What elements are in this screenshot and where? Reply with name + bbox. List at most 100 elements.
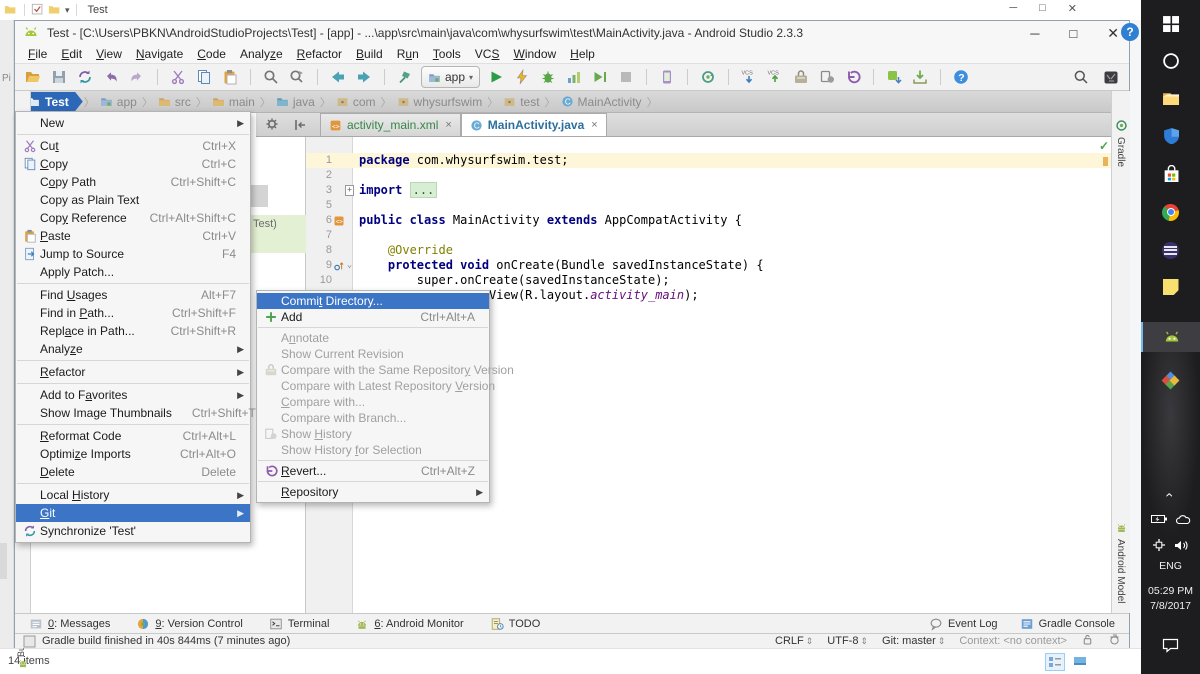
maximize-button[interactable]: □ (1069, 26, 1077, 41)
pen-device-icon[interactable] (1152, 538, 1166, 552)
taskbar-windows-defender-icon[interactable] (1141, 120, 1200, 150)
close-button[interactable]: ✕ (1107, 25, 1119, 42)
as-titlebar[interactable]: Test - [C:\Users\PBKN\AndroidStudioProje… (15, 21, 1129, 45)
toolbar-vcs-update-button[interactable]: VCS (739, 67, 759, 87)
context-menu-item-show-image-thumbnails[interactable]: Show Image ThumbnailsCtrl+Shift+T (16, 404, 250, 422)
toolbar-avd-manager-button[interactable] (657, 67, 677, 87)
context-menu-item-copy[interactable]: CopyCtrl+C (16, 155, 250, 173)
breadcrumb-item-main[interactable]: main (208, 95, 259, 109)
context-menu-item-find-in-path[interactable]: Find in Path...Ctrl+Shift+F (16, 304, 250, 322)
explorer-close-button[interactable]: ✕ (1068, 2, 1077, 15)
menubar-item-help[interactable]: Help (563, 46, 602, 62)
toolbar-back-button[interactable] (328, 67, 348, 87)
context-menu-item-reformat-code[interactable]: Reformat CodeCtrl+Alt+L (16, 427, 250, 445)
inspection-ok-icon[interactable]: ✓ (1099, 139, 1109, 153)
menubar-item-navigate[interactable]: Navigate (129, 46, 190, 62)
toolbar-cut-button[interactable] (168, 67, 188, 87)
menubar-item-window[interactable]: Window (506, 46, 563, 62)
toolbar-compare-button[interactable] (791, 67, 811, 87)
git-submenu-item-repository[interactable]: Repository▶ (257, 484, 489, 500)
android-model-toolwindow-button[interactable]: Android Model (1115, 539, 1126, 603)
code-line-9[interactable]: 9⌄ protected void onCreate(Bundle savedI… (306, 258, 1111, 273)
line-ending-widget[interactable]: CRLF⇕ (775, 635, 813, 647)
lock-icon[interactable] (1081, 633, 1094, 649)
taskbar-sticky-notes-icon[interactable] (1141, 272, 1200, 302)
toolbar-undo-button[interactable] (101, 67, 121, 87)
toolbar-open-folder-button[interactable] (23, 67, 43, 87)
toolwindow-button-todo[interactable]: TODO (490, 617, 541, 631)
menubar-item-code[interactable]: Code (190, 46, 233, 62)
context-menu-item-jump-to-source[interactable]: Jump to SourceF4 (16, 245, 250, 263)
run-configuration-dropdown[interactable]: app▾ (421, 66, 480, 88)
taskbar-cortana-icon[interactable] (1141, 45, 1200, 75)
menubar-item-analyze[interactable]: Analyze (233, 46, 290, 62)
toolbar-redo-button[interactable] (127, 67, 147, 87)
toolbar-changes-button[interactable] (817, 67, 837, 87)
taskbar-android-studio-icon[interactable] (1141, 322, 1200, 352)
code-line-1[interactable]: 1package com.whysurfswim.test; (306, 153, 1111, 168)
toolbar-make-button[interactable] (395, 67, 415, 87)
fold-expand-icon[interactable]: + (345, 185, 354, 196)
breadcrumb-item-src[interactable]: src (154, 95, 195, 109)
context-widget[interactable]: Context: <no context> (959, 635, 1067, 647)
menubar-item-tools[interactable]: Tools (426, 46, 468, 62)
code-line-3[interactable]: 3+import ... (306, 183, 1111, 198)
context-menu-item-cut[interactable]: CutCtrl+X (16, 137, 250, 155)
menubar-item-edit[interactable]: Edit (54, 46, 89, 62)
context-menu-item-synchronize-test[interactable]: Synchronize 'Test' (16, 522, 250, 540)
toolbar-run-configurations-button[interactable] (910, 67, 930, 87)
toolbar-save-button[interactable] (49, 67, 69, 87)
context-menu-item-copy-reference[interactable]: Copy ReferenceCtrl+Alt+Shift+C (16, 209, 250, 227)
toolbar-profiler-button[interactable] (564, 67, 584, 87)
hidden-icons-chevron[interactable]: ‹ (1141, 486, 1200, 504)
git-submenu-item-compare-with[interactable]: Compare with... (257, 394, 489, 410)
menubar-item-view[interactable]: View (89, 46, 129, 62)
git-submenu-item-compare-with-latest-repository-version[interactable]: Compare with Latest Repository Version (257, 378, 489, 394)
toolwindow-button-9-version-control[interactable]: 9: Version Control (136, 617, 242, 631)
breadcrumb-item-test[interactable]: test (499, 95, 543, 109)
menubar-item-vcs[interactable]: VCS (468, 46, 507, 62)
breadcrumb-item-java[interactable]: java (272, 95, 319, 109)
vcs-branch-widget[interactable]: Git: master⇕ (882, 635, 945, 647)
taskbar-microsoft-store-icon[interactable] (1141, 158, 1200, 188)
toolbar-vcs-commit-button[interactable]: VCS (765, 67, 785, 87)
clock-time[interactable]: 05:29 PM (1141, 585, 1200, 597)
context-menu-item-local-history[interactable]: Local History▶ (16, 486, 250, 504)
toolbar-paste-button[interactable] (220, 67, 240, 87)
git-submenu-item-show-current-revision[interactable]: Show Current Revision (257, 346, 489, 362)
explorer-maximize-button[interactable]: □ (1039, 2, 1046, 15)
tab-close-icon[interactable]: × (591, 119, 597, 131)
toolbar-search-button[interactable] (1071, 67, 1091, 87)
menubar-item-build[interactable]: Build (349, 46, 390, 62)
toolbar-sync-button[interactable] (75, 67, 95, 87)
taskbar-eclipse-icon[interactable] (1141, 235, 1200, 265)
context-menu-item-copy-path[interactable]: Copy PathCtrl+Shift+C (16, 173, 250, 191)
context-menu-item-analyze[interactable]: Analyze▶ (16, 340, 250, 358)
explorer-help-button[interactable]: ? (1121, 23, 1139, 41)
code-line-10[interactable]: 10 super.onCreate(savedInstanceState); (306, 273, 1111, 288)
breadcrumb-item-mainactivity[interactable]: CMainActivity (557, 95, 646, 109)
git-submenu-item-show-history-for-selection[interactable]: Show History for Selection (257, 442, 489, 458)
taskbar-pinwheel-app-icon[interactable] (1141, 366, 1200, 396)
tab-mainactivity-java[interactable]: CMainActivity.java× (461, 113, 607, 136)
taskbar-chrome-icon[interactable] (1141, 197, 1200, 227)
tab-close-icon[interactable]: × (445, 119, 451, 131)
context-menu-item-copy-as-plain-text[interactable]: Copy as Plain Text (16, 191, 250, 209)
toolbar-gradle-sync-button[interactable] (698, 67, 718, 87)
tab-activity-main-xml[interactable]: <>activity_main.xml× (320, 113, 461, 136)
context-menu-item-git[interactable]: Git▶ (16, 504, 250, 522)
code-line-7[interactable]: 7 (306, 228, 1111, 243)
taskbar-windows-start-icon[interactable] (1141, 8, 1200, 38)
explorer-thumbnail-view-button[interactable] (1071, 653, 1089, 669)
toolbar-sdk-manager-button[interactable] (884, 67, 904, 87)
explorer-details-view-button[interactable] (1045, 653, 1065, 671)
context-menu-item-new[interactable]: New▶ (16, 114, 250, 132)
toolbar-instant-run-button[interactable] (512, 67, 532, 87)
toolwindow-button-gradle-console[interactable]: Gradle Console (1020, 617, 1115, 631)
gradle-toolwindow-button[interactable]: Gradle (1115, 137, 1126, 167)
git-submenu-item-show-history[interactable]: Show History (257, 426, 489, 442)
git-submenu-item-commit-directory[interactable]: Commit Directory... (257, 293, 489, 309)
status-message[interactable]: Gradle build finished in 40s 844ms (7 mi… (42, 635, 290, 647)
git-submenu-item-revert[interactable]: Revert...Ctrl+Alt+Z (257, 463, 489, 479)
git-submenu-item-add[interactable]: AddCtrl+Alt+A (257, 309, 489, 325)
